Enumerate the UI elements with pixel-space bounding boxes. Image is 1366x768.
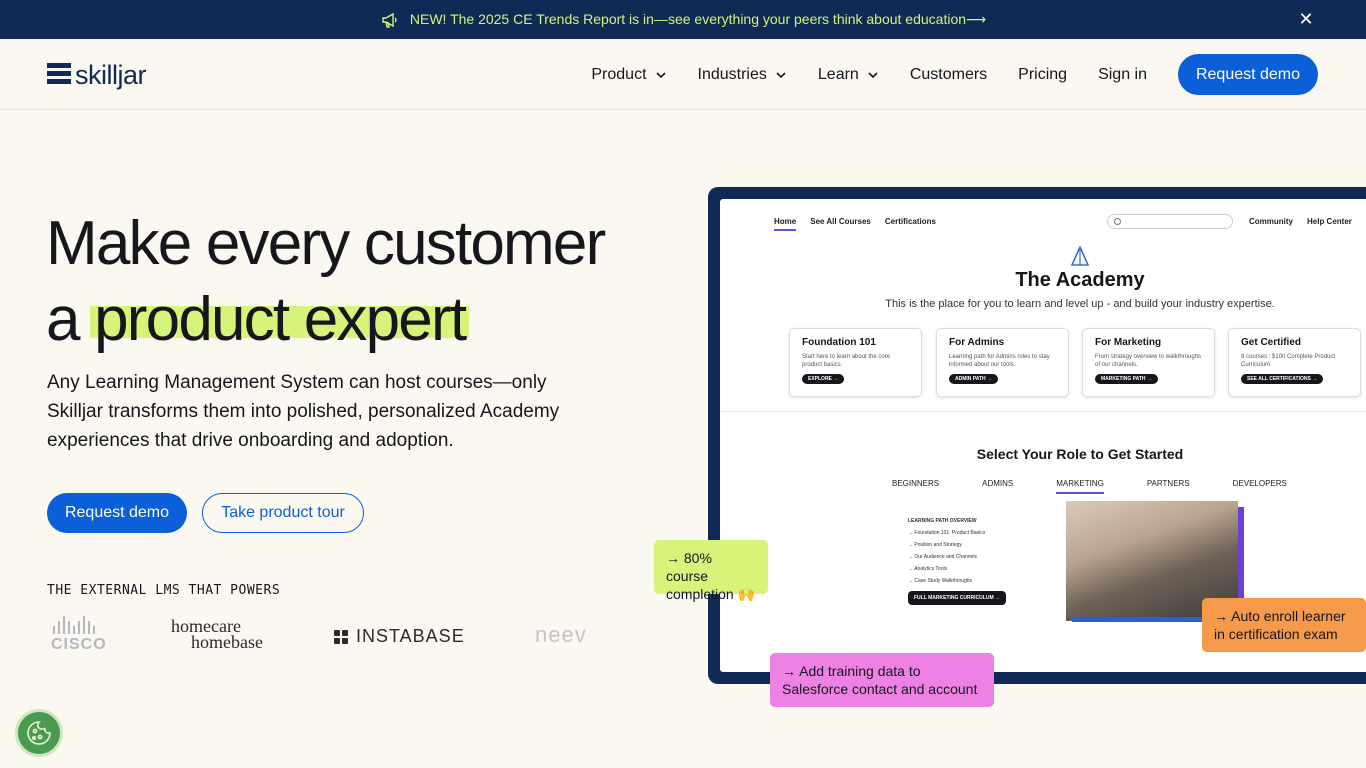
role-tab: ADMINS bbox=[982, 479, 1014, 488]
course-card-desc: Start here to learn about the core produ… bbox=[802, 354, 891, 368]
auto-enroll-callout: → Auto enroll learner in certification e… bbox=[1202, 598, 1366, 652]
nav-item-industries[interactable]: Industries bbox=[698, 55, 787, 95]
learning-path-button: FULL MARKETING CURRICULUM → bbox=[908, 591, 1007, 605]
course-card-desc: Learning path for Admins roles to stay i… bbox=[949, 354, 1050, 368]
mockup-divider bbox=[720, 411, 1366, 412]
cisco-logo: CISCO bbox=[51, 616, 113, 656]
hero-subtext: Any Learning Management System can host … bbox=[47, 372, 560, 451]
headline-prefix: a bbox=[46, 285, 95, 354]
course-card-title: Get Certified bbox=[1241, 337, 1302, 348]
cookie-settings-button[interactable] bbox=[15, 709, 63, 757]
neeva-logo: neev bbox=[535, 622, 587, 647]
learning-path-header: LEARNING PATH OVERVIEW bbox=[908, 518, 977, 524]
chevron-down-icon bbox=[655, 71, 666, 78]
mockup-nav-community: Community bbox=[1249, 217, 1293, 226]
skilljar-logo[interactable]: skilljar bbox=[47, 60, 147, 91]
course-card-desc: 8 courses : $100 Complete Product Curric… bbox=[1241, 354, 1336, 368]
role-tab-active: MARKETING bbox=[1056, 479, 1104, 494]
request-demo-nav-button[interactable]: Request demo bbox=[1178, 54, 1318, 95]
customer-logos: CISCO homecare homebase INSTABASE neev bbox=[47, 612, 607, 658]
logo-wordmark: skilljar bbox=[75, 60, 147, 90]
learning-path-item: → Foundation 101: Product Basics bbox=[908, 530, 986, 536]
headline-line-1: Make every customer bbox=[46, 209, 606, 278]
request-demo-button[interactable]: Request demo bbox=[47, 493, 187, 533]
learning-path-overview: LEARNING PATH OVERVIEW → Foundation 101:… bbox=[908, 515, 1007, 605]
course-card-desc: From strategy overview to walkthroughs o… bbox=[1095, 354, 1202, 368]
chevron-down-icon bbox=[776, 71, 786, 78]
homecare-homebase-logo: homecare homebase bbox=[171, 617, 263, 652]
course-card: Foundation 101 Start here to learn about… bbox=[789, 328, 922, 397]
close-icon[interactable]: ✕ bbox=[1296, 9, 1316, 29]
nav-item-label: Product bbox=[591, 65, 647, 83]
course-completion-callout: → 80% course completion 🙌 bbox=[654, 540, 768, 602]
instabase-grid-icon bbox=[334, 629, 348, 644]
role-title: Select Your Role to Get Started bbox=[976, 446, 1184, 462]
course-card: For Admins Learning path for Admins role… bbox=[936, 328, 1069, 397]
announcement-bar[interactable]: NEW! The 2025 CE Trends Report is in—see… bbox=[0, 0, 1366, 39]
learning-path-item: → Our Audience and Channels bbox=[908, 554, 977, 560]
academy-tagline: This is the place for you to learn and l… bbox=[885, 298, 1275, 310]
instabase-logo-text: INSTABASE bbox=[356, 626, 465, 646]
nav-item-pricing[interactable]: Pricing bbox=[1018, 55, 1067, 95]
course-card-button: ADMIN PATH → bbox=[949, 374, 999, 384]
course-card-button: SEE ALL CERTIFICATIONS → bbox=[1241, 374, 1324, 384]
course-card-title: For Marketing bbox=[1095, 337, 1162, 348]
course-card-title: For Admins bbox=[949, 337, 1005, 348]
cisco-logo-text: CISCO bbox=[51, 636, 107, 653]
mockup-nav-help: Help Center bbox=[1307, 217, 1352, 226]
megaphone-icon bbox=[382, 12, 397, 28]
mockup-nav-courses: See All Courses bbox=[810, 217, 871, 226]
nav-item-label: Industries bbox=[697, 65, 767, 83]
academy-title: The Academy bbox=[1015, 269, 1145, 291]
course-card: For Marketing From strategy overview to … bbox=[1082, 328, 1215, 397]
powers-label: THE EXTERNAL LMS THAT POWERS bbox=[47, 583, 281, 598]
course-card-button: EXPLORE → bbox=[802, 374, 845, 384]
mockup-nav-home: Home bbox=[774, 217, 797, 231]
role-tab: BEGINNERS bbox=[892, 479, 940, 488]
learning-path-item: → Analytics Tools bbox=[908, 566, 948, 572]
nav-item-label: Customers bbox=[909, 65, 988, 83]
course-card: Get Certified 8 courses : $100 Complete … bbox=[1228, 328, 1361, 397]
mockup-nav-certifications: Certifications bbox=[884, 217, 936, 226]
role-tab: PARTNERS bbox=[1146, 479, 1190, 488]
nav-item-learn[interactable]: Learn bbox=[818, 55, 879, 95]
cookie-icon bbox=[27, 721, 51, 745]
role-tab: DEVELOPERS bbox=[1232, 479, 1287, 488]
chevron-down-icon bbox=[868, 71, 878, 78]
instabase-logo: INSTABASE bbox=[334, 626, 465, 647]
main-nav: skilljar Product Industries Learn Custom… bbox=[0, 39, 1366, 110]
mockup-nav-right: Community Help Center S bbox=[1249, 217, 1366, 226]
mockup-nav-left: Home See All Courses Certifications bbox=[774, 217, 936, 231]
hero-headline: Make every customer a product expert bbox=[46, 206, 686, 358]
logo-mark-icon bbox=[47, 62, 71, 89]
nav-item-label: Pricing bbox=[1018, 65, 1068, 83]
academy-logo-icon bbox=[1070, 246, 1090, 266]
role-tabs: BEGINNERS ADMINS MARKETING PARTNERS DEVE… bbox=[892, 479, 1330, 494]
headline-highlight: product expert bbox=[90, 282, 470, 358]
course-card-button: MARKETING PATH → bbox=[1095, 374, 1158, 384]
nav-item-label: Sign in bbox=[1098, 65, 1147, 83]
nav-item-sign-in[interactable]: Sign in bbox=[1098, 55, 1147, 95]
course-card-title: Foundation 101 bbox=[802, 337, 876, 348]
homecare-logo-line-2: homebase bbox=[191, 632, 263, 652]
learning-path-item: → Case Study Walkthroughs bbox=[908, 578, 973, 584]
nav-item-product[interactable]: Product bbox=[591, 55, 666, 95]
nav-item-label: Learn bbox=[817, 65, 859, 83]
nav-links: Product Industries Learn Customers Prici… bbox=[591, 54, 1318, 95]
announcement-text[interactable]: NEW! The 2025 CE Trends Report is in—see… bbox=[410, 11, 986, 28]
learning-path-item: → Position and Strategy bbox=[908, 542, 962, 548]
salesforce-callout: → Add training data to Salesforce contac… bbox=[770, 653, 994, 707]
product-tour-button[interactable]: Take product tour bbox=[202, 493, 364, 533]
mockup-search-input bbox=[1107, 214, 1233, 229]
nav-item-customers[interactable]: Customers bbox=[910, 55, 987, 95]
